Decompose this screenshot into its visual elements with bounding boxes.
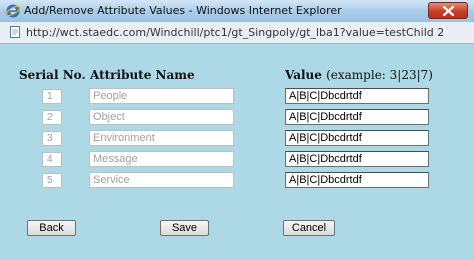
header-value-example: (example: 3|23|7) <box>326 68 433 82</box>
attribute-name-field: Object <box>89 109 234 125</box>
serial-no-field: 4 <box>42 152 62 167</box>
serial-no-field: 5 <box>42 173 62 188</box>
internet-explorer-icon <box>5 4 21 18</box>
back-button[interactable]: Back <box>27 220 76 236</box>
close-icon <box>443 6 454 16</box>
header-value-label: Value <box>285 68 322 82</box>
attribute-value-input[interactable]: A|B|C|Dbcdrtdf <box>285 109 429 125</box>
attribute-value-input[interactable]: A|B|C|Dbcdrtdf <box>285 151 429 167</box>
header-serial-no: Serial No. <box>19 68 86 82</box>
close-button[interactable] <box>428 2 468 19</box>
url-text[interactable]: http://wct.staedc.com/Windchill/ptc1/gt_… <box>26 26 444 39</box>
attribute-name-field: Environment <box>89 130 234 146</box>
address-bar: http://wct.staedc.com/Windchill/ptc1/gt_… <box>0 22 474 44</box>
save-button[interactable]: Save <box>160 220 209 236</box>
attribute-value-input[interactable]: A|B|C|Dbcdrtdf <box>285 88 429 104</box>
window-title: Add/Remove Attribute Values - Windows In… <box>24 4 342 17</box>
header-value: Value (example: 3|23|7) <box>285 68 433 82</box>
page-icon <box>10 26 20 38</box>
attribute-name-field: People <box>89 88 234 104</box>
attribute-name-field: Service <box>89 172 234 188</box>
cancel-button[interactable]: Cancel <box>283 220 335 236</box>
attribute-name-field: Message <box>89 151 234 167</box>
attribute-value-input[interactable]: A|B|C|Dbcdrtdf <box>285 172 429 188</box>
serial-no-field: 2 <box>42 110 62 125</box>
window-titlebar: Add/Remove Attribute Values - Windows In… <box>0 0 474 23</box>
serial-no-field: 3 <box>42 131 62 146</box>
header-attribute-name: Attribute Name <box>90 68 195 82</box>
page-content: Serial No. Attribute Name Value (example… <box>0 44 474 260</box>
serial-no-field: 1 <box>42 89 62 104</box>
attribute-value-input[interactable]: A|B|C|Dbcdrtdf <box>285 130 429 146</box>
